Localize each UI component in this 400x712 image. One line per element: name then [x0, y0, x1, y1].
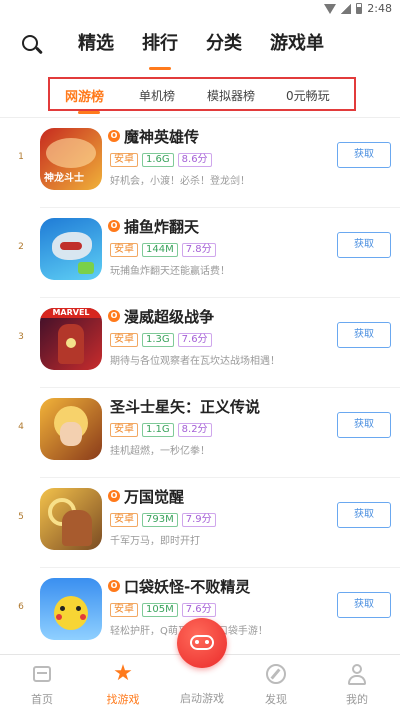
- get-button[interactable]: 获取: [337, 412, 391, 438]
- app-icon[interactable]: [40, 578, 102, 640]
- app-name[interactable]: 圣斗士星矢：正义传说: [110, 396, 260, 417]
- get-button[interactable]: 获取: [337, 232, 391, 258]
- score-tag: 7.6分: [177, 333, 212, 347]
- nav-discover[interactable]: 发现: [246, 663, 306, 707]
- tab-categories[interactable]: 分类: [206, 18, 242, 70]
- rank-number: 5: [18, 512, 24, 522]
- size-tag: 144M: [142, 243, 178, 257]
- app-description: 千军万马，即时开打: [110, 536, 200, 547]
- get-button[interactable]: 获取: [337, 142, 391, 168]
- rank-number: 4: [18, 422, 24, 432]
- get-button[interactable]: 获取: [337, 502, 391, 528]
- list-item[interactable]: 1 神龙斗士 O 魔神英雄传 安卓 1.6G 8.6分 好机会，小渡！必杀！登龙…: [0, 118, 400, 208]
- app-icon-caption: MARVEL: [40, 308, 102, 318]
- tab-featured[interactable]: 精选: [78, 18, 114, 70]
- get-button[interactable]: 获取: [337, 592, 391, 618]
- subtab-free-play[interactable]: 0元畅玩: [286, 87, 330, 104]
- official-badge-icon: O: [108, 310, 120, 322]
- subtab-active-indicator: [78, 111, 100, 114]
- app-icon[interactable]: [40, 218, 102, 280]
- nav-mine[interactable]: 我的: [327, 663, 387, 707]
- tab-game-lists[interactable]: 游戏单: [270, 18, 324, 70]
- cellular-signal-icon: [341, 3, 352, 14]
- battery-icon: [356, 3, 363, 14]
- official-badge-icon: O: [108, 580, 120, 592]
- nav-home[interactable]: 首页: [12, 663, 72, 707]
- app-tags: 安卓 1.6G 8.6分: [110, 153, 212, 167]
- score-tag: 7.8分: [181, 243, 216, 257]
- official-badge-icon: O: [108, 130, 120, 142]
- launch-game-button[interactable]: [177, 618, 227, 668]
- list-item[interactable]: 5 O 万国觉醒 安卓 793M 7.9分 千军万马，即时开打 获取: [0, 478, 400, 568]
- search-icon[interactable]: [22, 35, 43, 55]
- platform-tag: 安卓: [110, 333, 138, 347]
- gamepad-icon: [190, 635, 214, 650]
- app-icon[interactable]: 神龙斗士: [40, 128, 102, 190]
- subtab-emulator[interactable]: 模拟器榜: [207, 87, 255, 104]
- app-name[interactable]: 口袋妖怪-不败精灵: [124, 576, 250, 597]
- nav-find-games-label: 找游戏: [106, 693, 140, 706]
- app-tags: 安卓 793M 7.9分: [110, 513, 216, 527]
- platform-tag: 安卓: [110, 243, 138, 257]
- status-time: 2:48: [367, 2, 392, 15]
- subtab-online-games[interactable]: 网游榜: [65, 86, 104, 105]
- app-description: 挂机超燃，一秒亿拳！: [110, 446, 210, 457]
- platform-tag: 安卓: [110, 513, 138, 527]
- tab-ranking[interactable]: 排行: [142, 18, 178, 70]
- app-description: 玩捕鱼炸翻天还能赢话费！: [110, 266, 230, 277]
- size-tag: 1.1G: [142, 423, 174, 437]
- app-description: 好机会，小渡！必杀！登龙剑！: [110, 176, 250, 187]
- rank-number: 1: [18, 152, 24, 162]
- app-icon[interactable]: MARVEL: [40, 308, 102, 370]
- wifi-icon: [324, 3, 337, 14]
- rank-number: 3: [18, 332, 24, 342]
- star-icon: ★: [113, 661, 133, 686]
- rank-number: 2: [18, 242, 24, 252]
- nav-find-games[interactable]: ★ 找游戏: [93, 663, 153, 707]
- home-icon: [30, 663, 54, 685]
- list-item[interactable]: 3 MARVEL O 漫威超级战争 安卓 1.3G 7.6分 期待与各位观察者在…: [0, 298, 400, 388]
- size-tag: 793M: [142, 513, 178, 527]
- launch-game-label: 启动游戏: [180, 692, 224, 705]
- ranking-subtabs-highlight: 网游榜 单机榜 模拟器榜 0元畅玩: [48, 77, 356, 111]
- nav-discover-label: 发现: [265, 693, 287, 706]
- app-description: 期待与各位观察者在瓦坎达战场相遇！: [110, 356, 280, 367]
- score-tag: 7.6分: [181, 603, 216, 617]
- official-badge-icon: O: [108, 220, 120, 232]
- score-tag: 8.2分: [177, 423, 212, 437]
- platform-tag: 安卓: [110, 153, 138, 167]
- size-tag: 1.3G: [142, 333, 174, 347]
- profile-icon: [345, 663, 369, 685]
- size-tag: 105M: [142, 603, 178, 617]
- compass-icon: [264, 663, 288, 685]
- nav-home-label: 首页: [31, 693, 53, 706]
- rank-number: 6: [18, 602, 24, 612]
- app-icon-caption: 神龙斗士: [44, 173, 84, 184]
- app-icon[interactable]: [40, 488, 102, 550]
- official-badge-icon: O: [108, 490, 120, 502]
- ranking-subtabs: 网游榜 单机榜 模拟器榜 0元畅玩: [50, 79, 354, 109]
- score-tag: 8.6分: [177, 153, 212, 167]
- get-button[interactable]: 获取: [337, 322, 391, 348]
- app-tags: 安卓 144M 7.8分: [110, 243, 216, 257]
- platform-tag: 安卓: [110, 423, 138, 437]
- subtab-single-player[interactable]: 单机榜: [139, 87, 175, 104]
- list-item[interactable]: 2 O 捕鱼炸翻天 安卓 144M 7.8分 玩捕鱼炸翻天还能赢话费！ 获取: [0, 208, 400, 298]
- app-name[interactable]: 捕鱼炸翻天: [124, 216, 199, 237]
- app-name[interactable]: 万国觉醒: [124, 486, 184, 507]
- app-icon[interactable]: [40, 398, 102, 460]
- size-tag: 1.6G: [142, 153, 174, 167]
- platform-tag: 安卓: [110, 603, 138, 617]
- app-name[interactable]: 漫威超级战争: [124, 306, 214, 327]
- app-tags: 安卓 1.1G 8.2分: [110, 423, 212, 437]
- main-tabs: 精选 排行 分类 游戏单: [78, 18, 352, 70]
- score-tag: 7.9分: [181, 513, 216, 527]
- nav-mine-label: 我的: [346, 693, 368, 706]
- app-name[interactable]: 魔神英雄传: [124, 126, 199, 147]
- list-item[interactable]: 4 O 圣斗士星矢：正义传说 安卓 1.1G 8.2分 挂机超燃，一秒亿拳！ 获…: [0, 388, 400, 478]
- status-bar: 2:48: [0, 0, 400, 18]
- app-tags: 安卓 105M 7.6分: [110, 603, 216, 617]
- app-tags: 安卓 1.3G 7.6分: [110, 333, 212, 347]
- top-nav: 精选 排行 分类 游戏单: [0, 18, 400, 70]
